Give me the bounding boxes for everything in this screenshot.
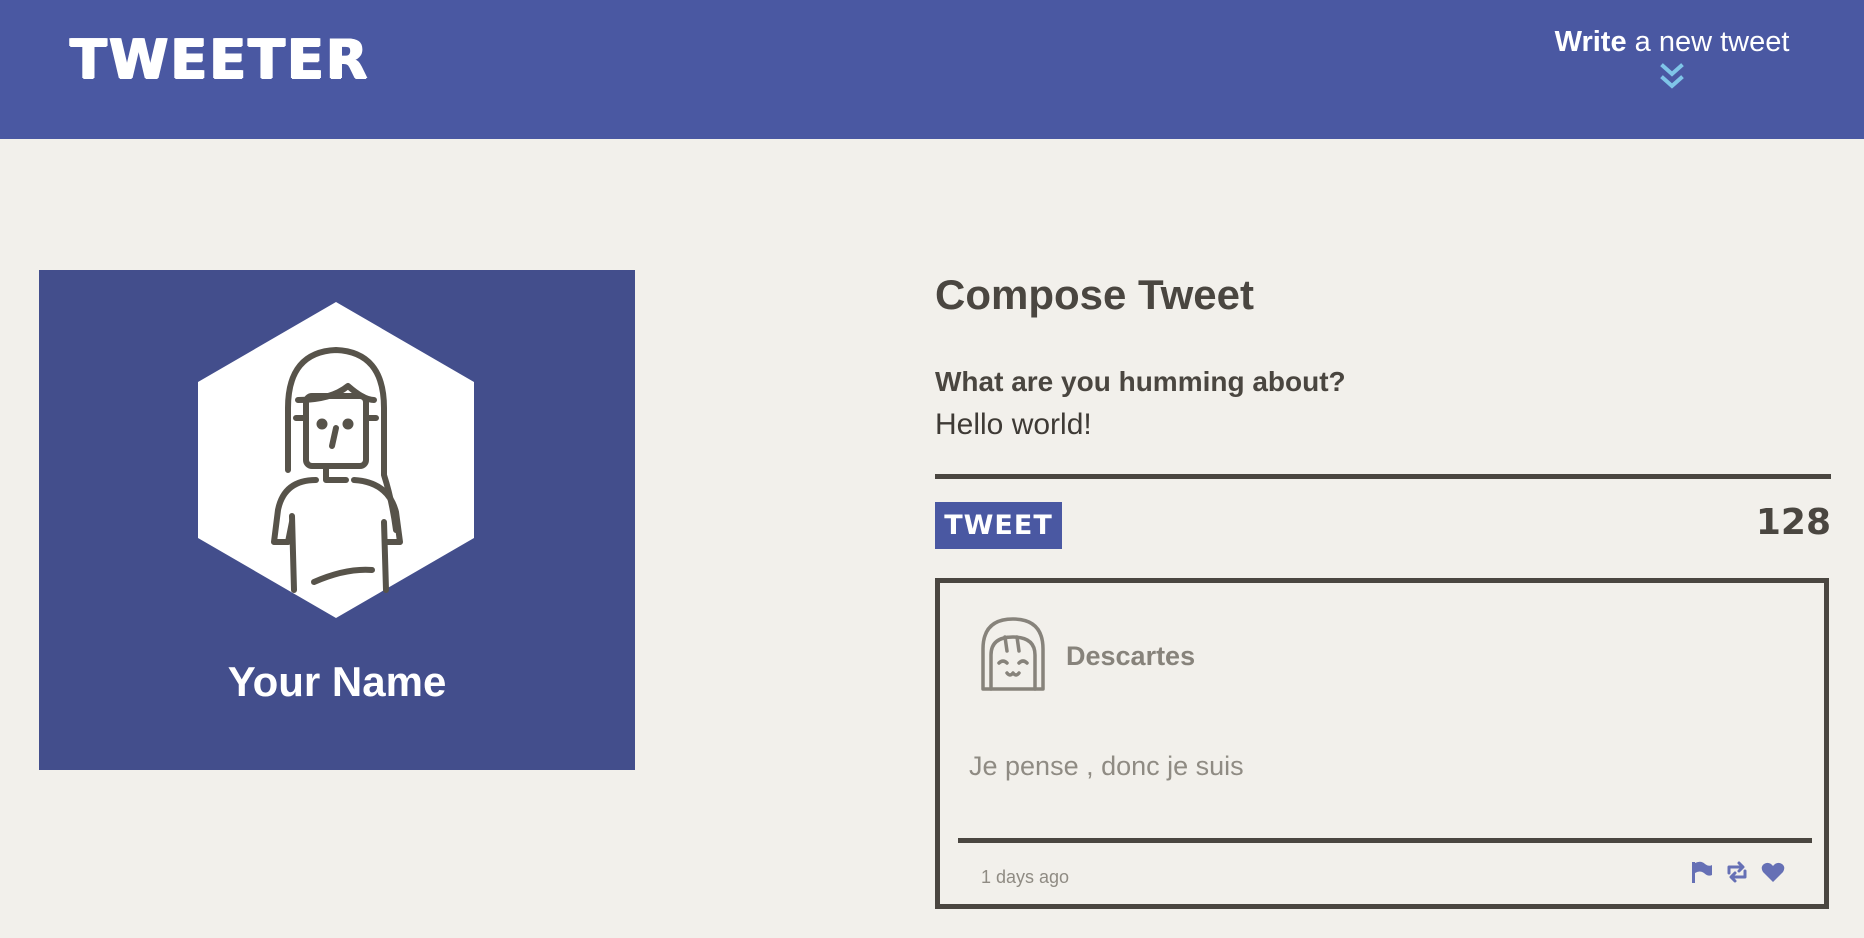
- top-nav: TWEETER Write a new tweet: [0, 0, 1864, 139]
- tweet-card: Descartes Je pense , donc je suis 1 days…: [935, 578, 1829, 909]
- profile-card: Your Name: [39, 270, 635, 770]
- double-chevron-down-icon: [1660, 63, 1684, 89]
- tweet-divider: [958, 838, 1812, 843]
- write-label-bold: Write: [1554, 26, 1627, 58]
- write-new-tweet-toggle[interactable]: Write a new tweet: [1542, 26, 1802, 91]
- tweet-body: Je pense , donc je suis: [969, 751, 1244, 781]
- tweet-submit-button[interactable]: TWEET: [935, 502, 1062, 549]
- brand-logo[interactable]: TWEETER: [70, 28, 369, 91]
- tweet-actions: [1688, 859, 1786, 885]
- char-counter: 128: [1755, 502, 1831, 543]
- compose-title: Compose Tweet: [935, 271, 1254, 318]
- person-avatar-icon: [198, 302, 474, 618]
- compose-tweet-panel: Compose Tweet What are you humming about…: [935, 270, 1831, 549]
- profile-name: Your Name: [227, 658, 447, 705]
- retweet-icon[interactable]: [1724, 859, 1750, 885]
- write-label-rest: a new tweet: [1626, 26, 1790, 58]
- tweet-text-input[interactable]: [935, 403, 1831, 447]
- tweet-timestamp: 1 days ago: [981, 867, 1070, 887]
- tweet-prompt-label: What are you humming about?: [935, 366, 1346, 397]
- tweet-author[interactable]: Descartes: [1066, 641, 1195, 672]
- smiling-avatar-icon: [981, 617, 1045, 691]
- flag-icon[interactable]: [1688, 859, 1714, 885]
- compose-divider: [935, 474, 1831, 479]
- heart-icon[interactable]: [1760, 859, 1786, 885]
